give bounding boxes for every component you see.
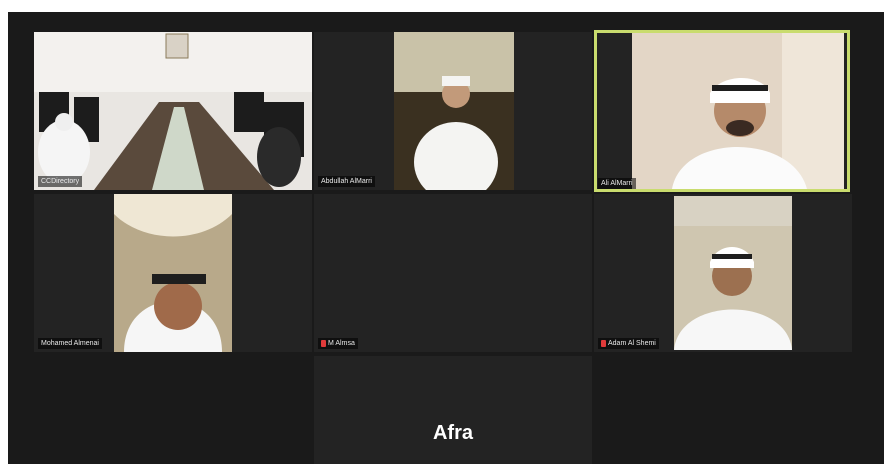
participant-name-tag: CCDirectory bbox=[38, 176, 83, 187]
participant-name: Ali AlMarri bbox=[601, 180, 633, 187]
participant-name: Mohamed Almenai bbox=[41, 340, 99, 347]
participant-name-tag: Mohamed Almenai bbox=[38, 338, 102, 349]
video-feed-participant-4 bbox=[114, 194, 232, 352]
participant-tile-2[interactable]: Abdullah AlMarri bbox=[314, 32, 592, 190]
participant-tile-3-active-speaker[interactable]: Ali AlMarri bbox=[594, 30, 850, 192]
participant-name-tag: Ali AlMarri bbox=[598, 178, 636, 189]
participant-tile-7-video-off[interactable]: Afra bbox=[314, 356, 592, 464]
video-feed-participant-2 bbox=[394, 32, 514, 190]
mic-muted-icon bbox=[321, 340, 326, 347]
video-feed-participant-3 bbox=[632, 33, 844, 189]
participant-name: Abdullah AlMarri bbox=[321, 178, 372, 185]
participant-name-tag: Adam Al Shemi bbox=[598, 338, 659, 349]
participant-name: CCDirectory bbox=[41, 178, 80, 185]
mic-muted-icon bbox=[601, 340, 606, 347]
participant-tile-1[interactable]: CCDirectory bbox=[34, 32, 312, 190]
participant-name: Adam Al Shemi bbox=[608, 340, 656, 347]
meeting-gallery: CCDirectory Abdullah AlMarri Ali AlMarri bbox=[8, 12, 884, 464]
participant-tile-5[interactable]: M Almsa bbox=[314, 194, 592, 352]
video-feed-conference-room bbox=[34, 32, 312, 190]
video-feed-participant-6 bbox=[674, 196, 792, 350]
participant-tile-6[interactable]: Adam Al Shemi bbox=[594, 194, 852, 352]
participant-name-tag: M Almsa bbox=[318, 338, 358, 349]
participant-tile-4[interactable]: Mohamed Almenai bbox=[34, 194, 312, 352]
participant-name-tag: Abdullah AlMarri bbox=[318, 176, 375, 187]
participant-display-name: Afra bbox=[432, 422, 473, 444]
participant-name: M Almsa bbox=[328, 340, 355, 347]
